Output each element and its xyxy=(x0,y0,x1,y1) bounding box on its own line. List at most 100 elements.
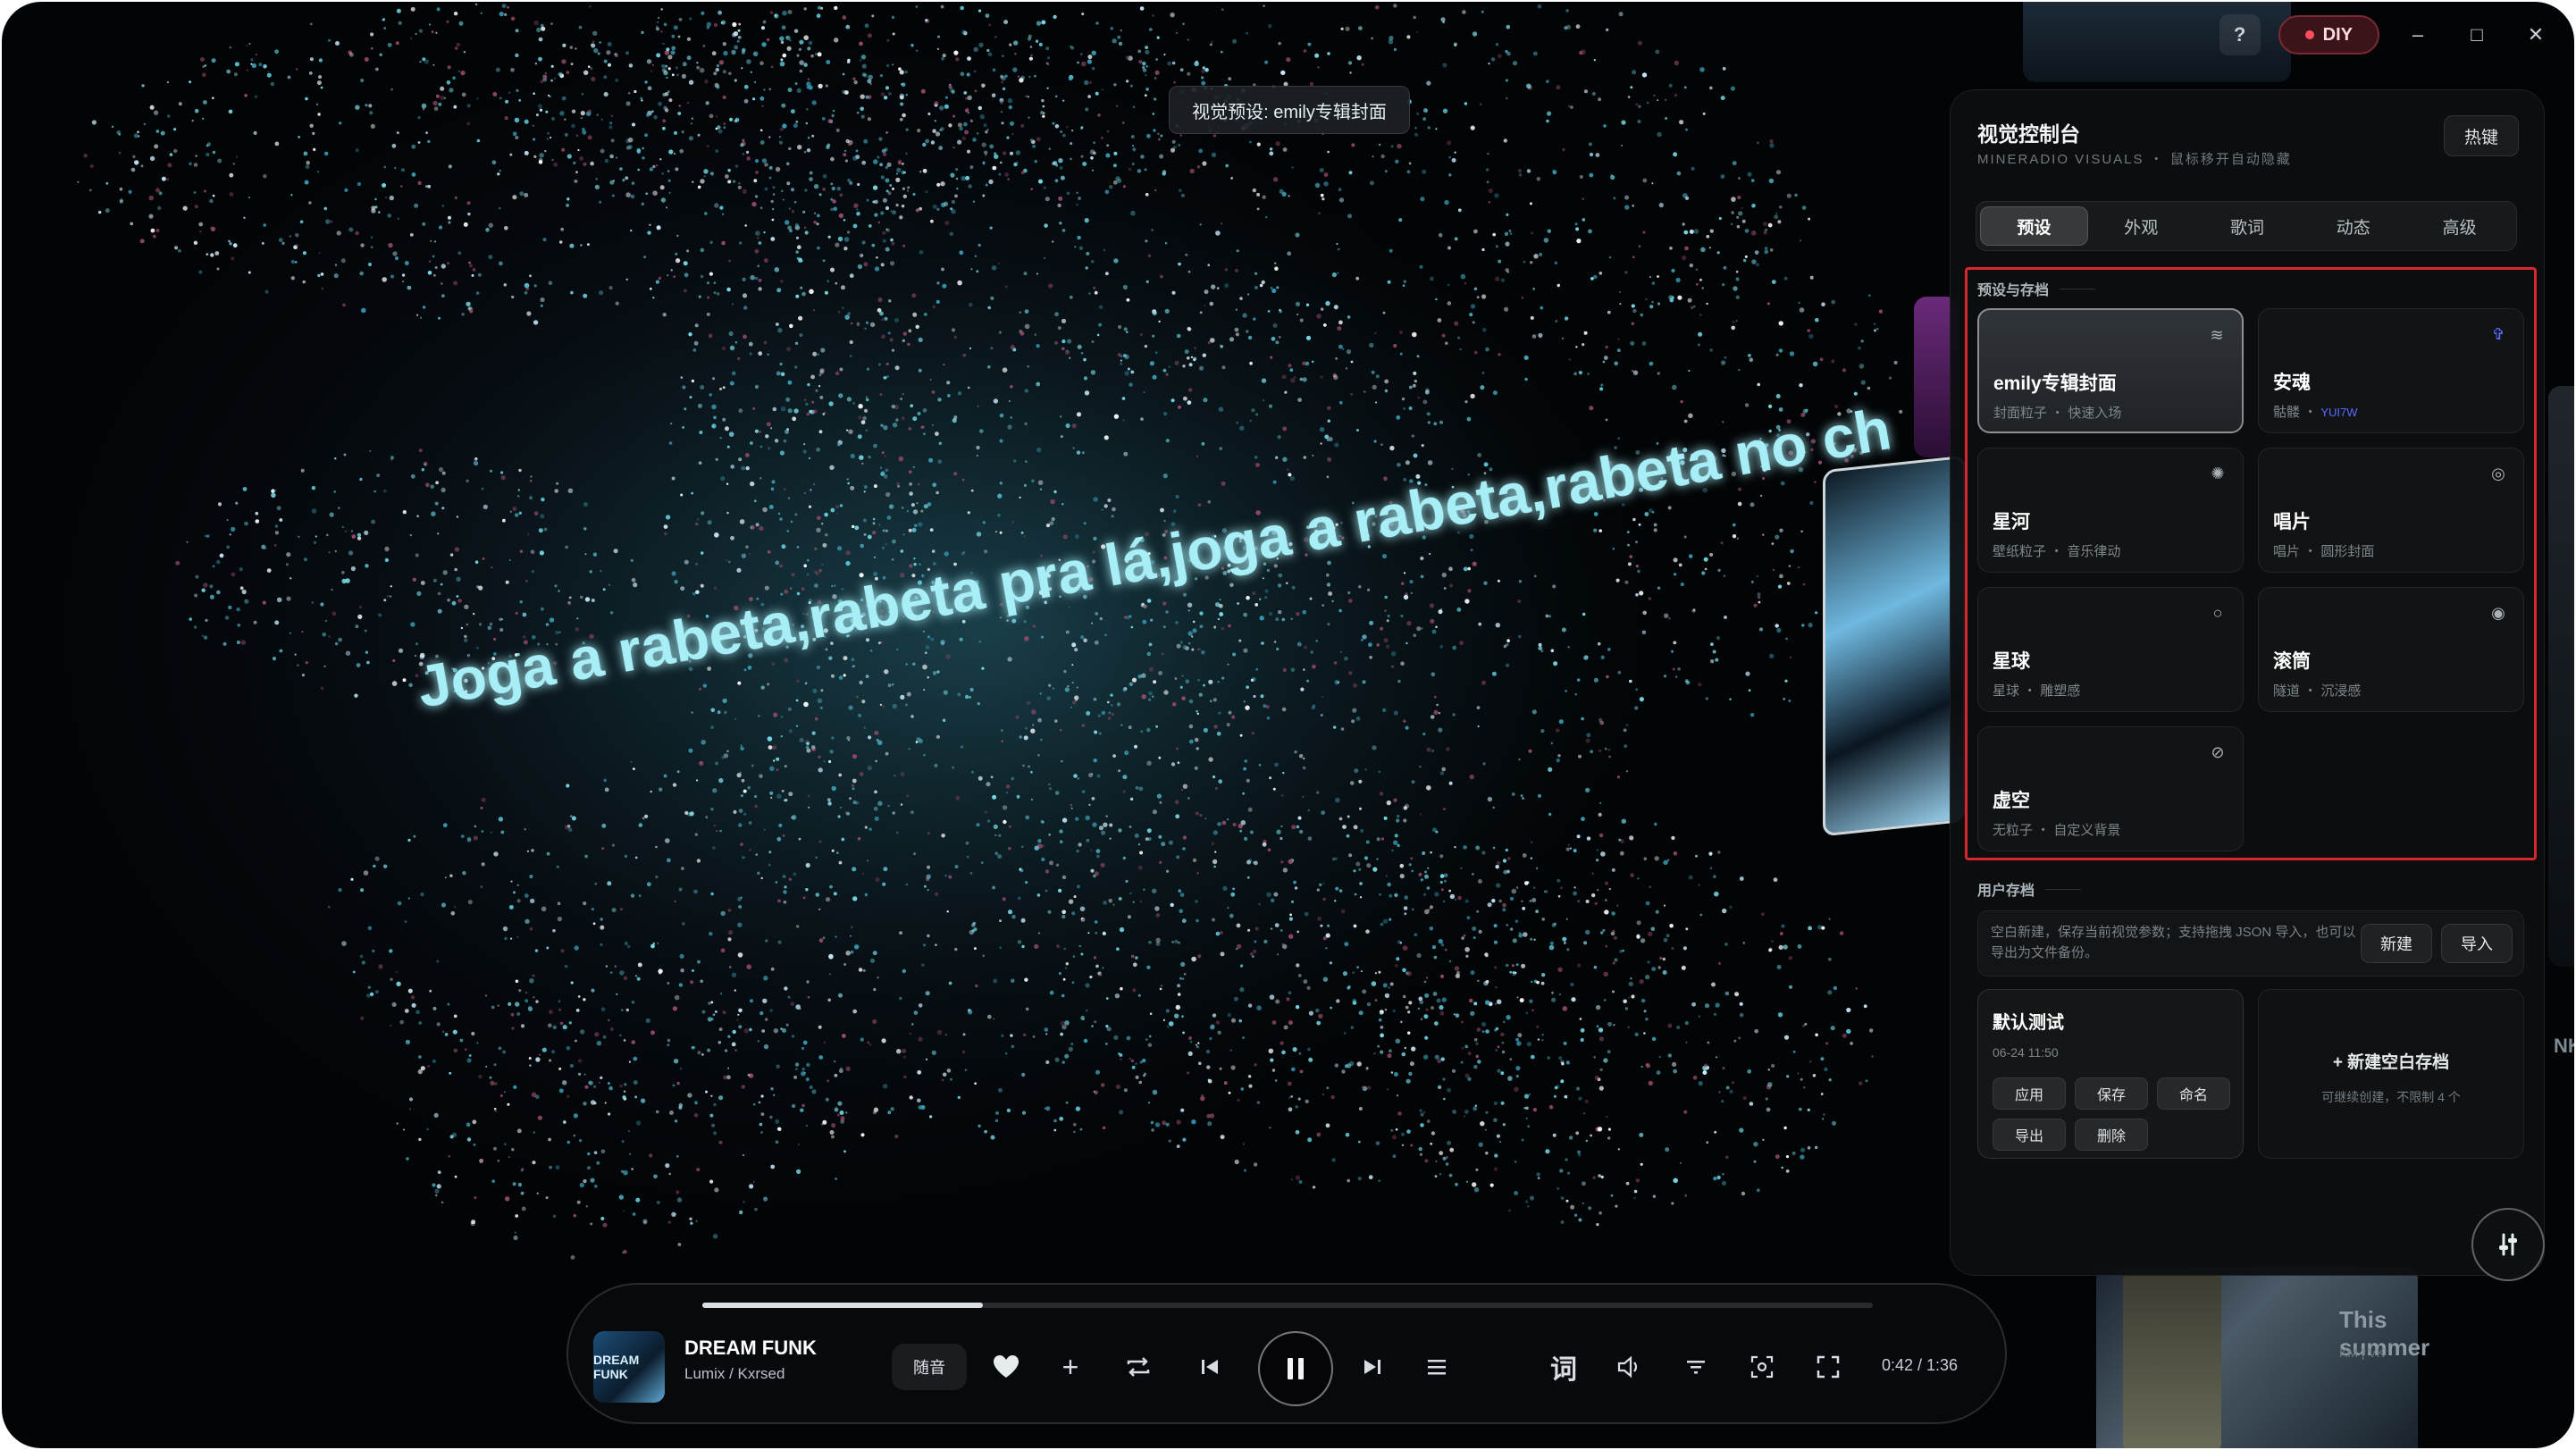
preset-desc: 星球 ・ 雕塑感 xyxy=(1993,683,2081,699)
song-artist[interactable]: Lumix / Kxrsed xyxy=(684,1365,785,1383)
preset-desc: 唱片 ・ 圆形封面 xyxy=(2273,544,2375,559)
cross-icon: ✞ xyxy=(2491,324,2505,343)
preset-name: 星球 xyxy=(1993,651,2030,672)
presets-section-heading: 预设与存档 xyxy=(1977,278,2096,299)
preset-card-galaxy[interactable]: ✺ 星河 壁纸粒子 ・ 音乐律动 xyxy=(1977,448,2244,573)
save-slot-date: 06-24 11:50 xyxy=(1993,1045,2059,1060)
visual-settings-fab[interactable] xyxy=(2471,1208,2545,1281)
pause-icon xyxy=(1288,1358,1304,1379)
diy-button[interactable]: DIY xyxy=(2278,15,2379,54)
panel-subtitle: MINERADIO VISUALS ・ 鼠标移开自动隐藏 xyxy=(1977,152,2292,167)
rename-button[interactable]: 命名 xyxy=(2157,1077,2230,1110)
tab-motion[interactable]: 动态 xyxy=(2300,206,2406,246)
screenshot-icon[interactable] xyxy=(1742,1347,1782,1387)
preset-card-vinyl[interactable]: ◎ 唱片 唱片 ・ 圆形封面 xyxy=(2258,448,2524,573)
playlist-icon[interactable] xyxy=(1417,1347,1456,1387)
apply-button[interactable]: 应用 xyxy=(1993,1077,2066,1110)
wave-icon: ≋ xyxy=(2210,325,2224,344)
new-blank-save-card[interactable]: + 新建空白存档 可继续创建，不限制 4 个 xyxy=(2258,989,2524,1159)
close-button[interactable]: ✕ xyxy=(2515,14,2556,55)
user-section-label: 用户存档 xyxy=(1977,884,2035,899)
tab-presets[interactable]: 预设 xyxy=(1980,206,2088,246)
preset-desc: 无粒子 ・ 自定义背景 xyxy=(1993,823,2121,838)
preset-desc: 封面粒子 ・ 快速入场 xyxy=(1993,406,2122,421)
panel-title: 视觉控制台 xyxy=(1977,122,2080,146)
planet-icon: ○ xyxy=(2212,603,2223,622)
sliders-icon xyxy=(2499,1233,2517,1256)
repeat-icon[interactable] xyxy=(1119,1347,1158,1387)
minimize-button[interactable]: – xyxy=(2397,14,2438,55)
peek-card-summer: This summer KM | VK xyxy=(2096,1267,2429,1448)
save-slot-name: 默认测试 xyxy=(1993,1013,2064,1033)
peek-card-sub: KM | VK xyxy=(2339,1345,2386,1360)
disc-icon: ◎ xyxy=(2491,464,2505,482)
new-blank-save-sub: 可继续创建，不限制 4 个 xyxy=(2321,1090,2461,1104)
galaxy-icon: ✺ xyxy=(2211,464,2225,482)
progress-bar[interactable] xyxy=(702,1303,1873,1308)
window-controls: ? DIY – □ ✕ xyxy=(2219,14,2556,55)
new-save-button[interactable]: 新建 xyxy=(2361,924,2432,963)
save-slot-card[interactable]: 默认测试 06-24 11:50 应用 保存 命名 导出 删除 xyxy=(1977,989,2244,1159)
user-save-hint: 空白新建，保存当前视觉参数；支持拖拽 JSON 导入，也可以导出为文件备份。 xyxy=(1991,925,2356,960)
preset-card-requiem[interactable]: ✞ 安魂 骷髅 ・ YUI7W xyxy=(2258,308,2524,433)
preset-author: YUI7W xyxy=(2320,406,2358,419)
lyrics-button[interactable]: 词 xyxy=(1544,1347,1583,1387)
preset-desc: 隧道 ・ 沉浸感 xyxy=(2273,683,2362,699)
export-button[interactable]: 导出 xyxy=(1993,1119,2066,1151)
next-icon[interactable] xyxy=(1353,1347,1392,1387)
preset-toast: 视觉预设: emily专辑封面 xyxy=(1169,86,1410,134)
preset-name: 虚空 xyxy=(1993,791,2030,811)
void-icon: ⊘ xyxy=(2211,742,2225,761)
pause-button[interactable] xyxy=(1258,1331,1333,1406)
playback-time: 0:42 / 1:36 xyxy=(1882,1356,1959,1374)
diy-label: DIY xyxy=(2322,24,2353,45)
preset-desc-text: 骷髅 ・ xyxy=(2273,405,2321,420)
preset-desc: 骷髅 ・ YUI7W xyxy=(2273,402,2358,421)
peek-edge-text: NK xyxy=(2554,1035,2574,1057)
preset-name: 安魂 xyxy=(2273,373,2311,393)
new-blank-save-title: + 新建空白存档 xyxy=(2332,1053,2450,1072)
tab-advanced[interactable]: 高级 xyxy=(2406,206,2513,246)
preset-card-planet[interactable]: ○ 星球 星球 ・ 雕塑感 xyxy=(1977,587,2244,712)
user-save-info: 空白新建，保存当前视觉参数；支持拖拽 JSON 导入，也可以导出为文件备份。 新… xyxy=(1977,910,2524,976)
album-cover[interactable]: DREAM FUNK xyxy=(593,1331,665,1403)
volume-icon[interactable] xyxy=(1610,1347,1649,1387)
tab-appearance[interactable]: 外观 xyxy=(2088,206,2194,246)
tab-lyrics[interactable]: 歌词 xyxy=(2194,206,2301,246)
fullscreen-icon[interactable] xyxy=(1808,1347,1848,1387)
hotkey-button[interactable]: 热键 xyxy=(2444,115,2519,156)
song-title: DREAM FUNK xyxy=(684,1337,817,1359)
import-button[interactable]: 导入 xyxy=(2441,924,2513,963)
section-divider xyxy=(2045,888,2082,890)
progress-fill xyxy=(702,1303,984,1308)
peek-edge-strip: NK xyxy=(2548,386,2574,1057)
panel-tabs: 预设 外观 歌词 动态 高级 xyxy=(1976,201,2517,251)
preset-name: emily专辑封面 xyxy=(1993,373,2117,394)
glow-backdrop xyxy=(180,91,1789,1163)
help-button[interactable]: ? xyxy=(2219,14,2261,55)
preset-desc: 壁纸粒子 ・ 音乐律动 xyxy=(1993,544,2121,559)
audio-reactive-button[interactable]: 随音 xyxy=(892,1344,967,1390)
heart-icon[interactable] xyxy=(986,1347,1026,1387)
recording-dot-icon xyxy=(2304,30,2314,39)
presets-section-label: 预设与存档 xyxy=(1977,283,2050,298)
maximize-button[interactable]: □ xyxy=(2456,14,2497,55)
visual-control-panel: 视觉控制台 MINERADIO VISUALS ・ 鼠标移开自动隐藏 热键 预设… xyxy=(1950,89,2545,1276)
filter-icon[interactable] xyxy=(1676,1347,1716,1387)
tunnel-icon: ◉ xyxy=(2491,603,2505,622)
peek-card-image xyxy=(2123,1272,2221,1448)
floating-album-card xyxy=(1823,455,1966,837)
preset-card-tunnel[interactable]: ◉ 滚筒 隧道 ・ 沉浸感 xyxy=(2258,587,2524,712)
preset-name: 唱片 xyxy=(2273,512,2311,532)
app-window: Joga a rabeta,rabeta pra lá,joga a rabet… xyxy=(2,2,2574,1448)
previous-icon[interactable] xyxy=(1190,1347,1229,1387)
preset-name: 滚筒 xyxy=(2273,651,2311,672)
user-section-heading: 用户存档 xyxy=(1977,878,2082,900)
delete-button[interactable]: 删除 xyxy=(2075,1119,2148,1151)
preset-card-emily[interactable]: ≋ emily专辑封面 封面粒子 ・ 快速入场 xyxy=(1977,308,2244,433)
player-bar: DREAM FUNK DREAM FUNK Lumix / Kxrsed 随音 … xyxy=(566,1283,2007,1424)
add-icon[interactable]: + xyxy=(1051,1347,1090,1387)
preset-name: 星河 xyxy=(1993,512,2030,532)
preset-card-void[interactable]: ⊘ 虚空 无粒子 ・ 自定义背景 xyxy=(1977,726,2244,851)
save-button[interactable]: 保存 xyxy=(2075,1077,2148,1110)
